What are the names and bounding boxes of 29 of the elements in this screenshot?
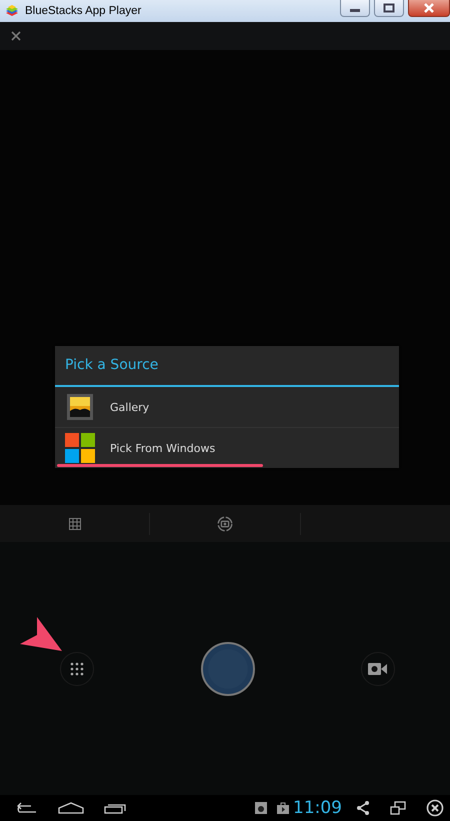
source-item[interactable]: Pick From Windows	[55, 428, 399, 468]
dots-grid-icon	[70, 662, 84, 676]
close-circle-icon[interactable]	[426, 799, 444, 817]
switch-camera-icon[interactable]	[216, 514, 234, 532]
minimize-button[interactable]	[340, 0, 370, 17]
close-icon	[423, 3, 435, 13]
close-icon[interactable]	[11, 31, 21, 41]
recent-apps-icon[interactable]	[104, 802, 126, 814]
source-item[interactable]: Gallery	[55, 387, 399, 428]
video-camera-button[interactable]	[361, 652, 395, 686]
camera-icon[interactable]	[255, 802, 267, 814]
video-camera-icon	[368, 662, 388, 676]
four-squares-icon	[65, 433, 95, 463]
maximize-button[interactable]	[374, 0, 404, 17]
pointer-arrow	[20, 617, 62, 651]
home-icon[interactable]	[58, 802, 84, 814]
window-title: BlueStacks App Player	[25, 5, 142, 17]
close-button[interactable]	[408, 0, 450, 17]
clock: 11:09	[293, 798, 342, 818]
maximize-icon	[383, 3, 395, 13]
dialog-title: Pick a Source	[55, 346, 399, 387]
dots-grid-button[interactable]	[60, 652, 94, 686]
back-icon[interactable]	[16, 802, 38, 814]
share-icon[interactable]	[356, 801, 370, 815]
gallery-icon	[65, 394, 95, 420]
windows-icon[interactable]	[390, 801, 406, 815]
grid-icon[interactable]	[68, 518, 81, 530]
store-bag-icon[interactable]	[277, 802, 289, 814]
stacked-layers-icon	[4, 3, 20, 19]
